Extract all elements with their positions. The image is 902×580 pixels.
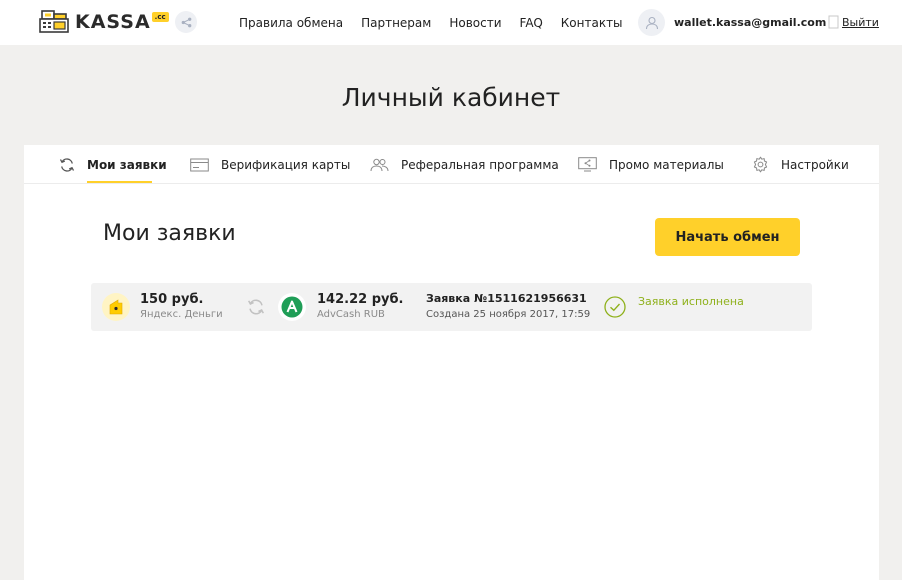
nav-news[interactable]: Новости <box>449 16 501 30</box>
logout-link[interactable]: Выйти <box>828 14 879 30</box>
account-card: Мои заявки Верификация карты Реферальная… <box>24 145 879 580</box>
section-title: Мои заявки <box>103 221 236 246</box>
exchange-arrows-icon <box>247 298 265 316</box>
logo-badge: .cc <box>151 12 169 22</box>
tab-promo-materials[interactable]: Промо материалы <box>578 145 724 184</box>
logout-icon <box>828 15 839 29</box>
tab-my-orders[interactable]: Мои заявки <box>59 145 167 184</box>
main-nav: Правила обмена Партнерам Новости FAQ Кон… <box>239 0 623 45</box>
tab-label: Реферальная программа <box>401 157 559 172</box>
tab-label: Верификация карты <box>221 157 351 172</box>
header: KASSA .cc Правила обмена Партнерам Новос… <box>0 0 902 45</box>
users-icon <box>370 158 389 171</box>
to-amount: 142.22 руб. <box>317 292 404 307</box>
monitor-share-icon <box>578 157 597 172</box>
yandex-money-icon <box>102 293 130 321</box>
order-created: Создана 25 ноября 2017, 17:59 <box>426 309 591 320</box>
refresh-icon <box>59 157 75 172</box>
tab-referral-program[interactable]: Реферальная программа <box>370 145 559 184</box>
tab-label: Настройки <box>781 157 849 172</box>
order-number: Заявка №1511621956631 <box>426 292 587 305</box>
nav-partners[interactable]: Партнерам <box>361 16 431 30</box>
account-tabs: Мои заявки Верификация карты Реферальная… <box>24 145 879 184</box>
share-icon <box>181 17 191 27</box>
avatar[interactable] <box>638 9 665 36</box>
advcash-icon <box>278 293 306 321</box>
cash-register-icon <box>39 10 69 33</box>
nav-faq[interactable]: FAQ <box>520 16 543 30</box>
logo-text: KASSA <box>75 11 151 33</box>
nav-exchange-rules[interactable]: Правила обмена <box>239 16 343 30</box>
logo[interactable]: KASSA .cc <box>39 9 169 35</box>
user-icon <box>645 16 658 29</box>
logout-label: Выйти <box>842 15 879 29</box>
check-circle-icon <box>604 296 626 318</box>
from-currency: Яндекс. Деньги <box>140 309 223 320</box>
share-button[interactable] <box>175 11 197 33</box>
tab-label: Промо материалы <box>609 157 724 172</box>
nav-contacts[interactable]: Контакты <box>561 16 623 30</box>
page-title: Личный кабинет <box>341 83 561 112</box>
user-email[interactable]: wallet.kassa@gmail.com <box>674 0 826 45</box>
to-currency: AdvCash RUB <box>317 309 385 320</box>
start-exchange-button[interactable]: Начать обмен <box>655 218 800 256</box>
order-row[interactable]: 150 руб. Яндекс. Деньги 142.22 руб. AdvC… <box>91 283 812 331</box>
status-badge: Заявка исполнена <box>638 295 744 308</box>
from-amount: 150 руб. <box>140 292 204 307</box>
card-icon <box>190 158 209 171</box>
tab-settings[interactable]: Настройки <box>752 145 849 184</box>
tab-card-verification[interactable]: Верификация карты <box>190 145 350 184</box>
gear-icon <box>753 156 768 173</box>
active-tab-indicator <box>87 181 152 183</box>
tab-label: Мои заявки <box>87 157 167 172</box>
